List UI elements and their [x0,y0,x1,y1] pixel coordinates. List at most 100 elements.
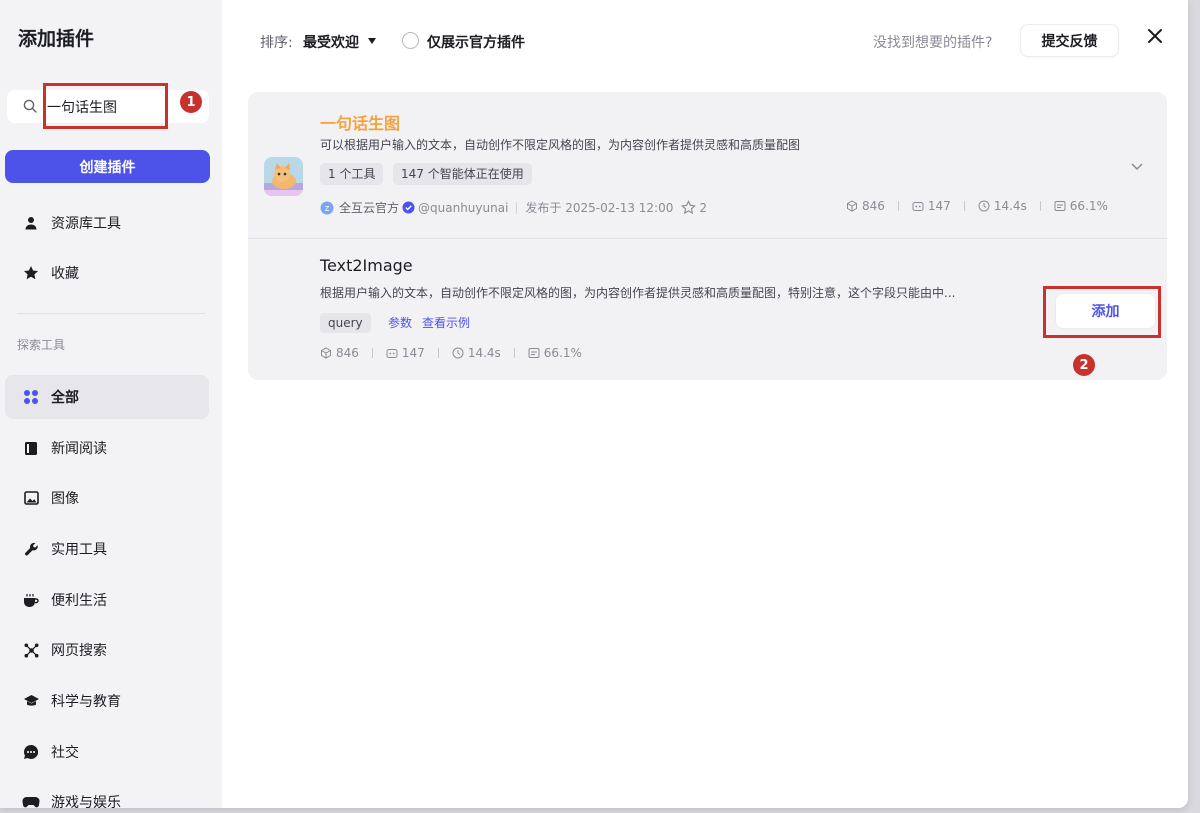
bot-icon [386,349,398,358]
star-icon [21,263,41,283]
official-only-radio[interactable] [402,32,419,49]
star-outline-icon[interactable] [681,200,697,215]
tool-stats: 846 147 14.4s 66.1% [320,346,582,360]
wrench-icon [21,539,41,559]
bot-icon [912,202,924,211]
clock-icon [452,347,464,359]
success-rate-icon [1054,201,1066,211]
usage-count-tag: 147 个智能体正在使用 [393,163,532,185]
view-example-link[interactable]: 查看示例 [422,314,470,331]
annotation-badge-2: 2 [1073,354,1095,376]
cube-icon [847,200,857,212]
success-stat: 66.1% [528,346,582,360]
sidebar-item-label: 网页搜索 [51,643,107,659]
grid-icon [21,387,41,407]
feedback-hint: 没找到想要的插件? [873,35,993,51]
sort-dropdown[interactable]: 最受欢迎 [303,32,359,52]
sidebar-item-label: 便利生活 [51,593,107,609]
card-divider [248,238,1167,239]
sidebar-item-label: 全部 [51,390,79,406]
search-icon [23,99,37,113]
sidebar-item-utilities[interactable]: 实用工具 [5,527,209,571]
create-plugin-button[interactable]: 创建插件 [5,150,210,183]
bots-stat: 147 [912,199,951,213]
cube-icon [321,347,331,359]
sidebar-item-favorites[interactable]: 收藏 [5,251,209,295]
image-icon [21,488,41,508]
bots-value: 147 [401,346,425,360]
sidebar-item-image[interactable]: 图像 [5,476,209,520]
book-icon [21,438,41,458]
calls-value: 846 [336,346,359,360]
plugin-name[interactable]: 一句话生图 [320,110,400,134]
clock-icon [978,200,990,212]
bots-stat: 147 [386,346,425,360]
sidebar-divider [17,313,205,314]
sidebar-item-news[interactable]: 新闻阅读 [5,426,209,470]
sidebar-item-library-tools[interactable]: 资源库工具 [5,201,209,245]
author-avatar-icon: Z [320,201,334,214]
annotation-badge-1: 1 [180,91,202,113]
annotation-box-add [1043,286,1161,338]
calls-stat: 846 [846,199,885,213]
sidebar-item-label: 资源库工具 [51,216,121,232]
dialog-title: 添加插件 [18,28,95,50]
latency-stat: 14.4s [452,346,501,360]
add-plugin-dialog: 添加插件 创建插件 资源库工具 收藏 探索工具 全部 新闻阅读 图像 [0,0,1188,808]
param-tag: query [320,313,371,333]
params-link[interactable]: 参数 [388,314,412,331]
latency-value: 14.4s [993,199,1027,213]
sidebar-item-label: 图像 [51,491,79,507]
verified-icon [402,201,415,214]
person-icon [21,213,41,233]
latency-stat: 14.4s [978,199,1027,213]
official-only-label[interactable]: 仅展示官方插件 [427,32,525,52]
tool-description: 根据用户输入的文本，自动创作不限定风格的图，为内容创作者提供灵感和高质量配图，特… [320,286,956,300]
sidebar-item-games[interactable]: 游戏与娱乐 [5,780,209,808]
network-icon [21,640,41,660]
sidebar-item-label: 游戏与娱乐 [51,795,121,808]
sidebar-item-science-education[interactable]: 科学与教育 [5,679,209,723]
sidebar-item-label: 社交 [51,745,79,761]
author-name[interactable]: 全互云官方 [339,199,399,216]
chevron-down-icon[interactable] [1129,158,1145,174]
caret-down-icon[interactable] [368,38,376,44]
main-panel: 排序: 最受欢迎 仅展示官方插件 没找到想要的插件? 提交反馈 一句话生图 可以… [222,0,1188,808]
bots-value: 147 [927,199,951,213]
meta-divider [516,201,518,214]
success-stat: 66.1% [1054,199,1108,213]
sidebar-item-all[interactable]: 全部 [5,375,209,419]
sidebar-item-label: 收藏 [51,266,79,282]
sidebar-item-lifestyle[interactable]: 便利生活 [5,578,209,622]
latency-value: 14.4s [467,346,501,360]
sidebar-item-label: 新闻阅读 [51,441,107,457]
sidebar-item-web-search[interactable]: 网页搜索 [5,628,209,672]
graduation-cap-icon [21,691,41,711]
success-value: 66.1% [543,346,582,360]
success-rate-icon [528,348,540,358]
calls-value: 846 [862,199,885,213]
star-count: 2 [699,200,708,215]
tool-count-tag: 1 个工具 [320,163,384,185]
gamepad-icon [21,792,41,808]
sort-label: 排序: [260,35,293,51]
plugin-thumbnail [264,157,303,196]
close-icon[interactable] [1146,27,1164,45]
plugin-description: 可以根据用户输入的文本，自动创作不限定风格的图，为内容创作者提供灵感和高质量配图 [320,138,801,152]
publish-date: 发布于 2025-02-13 12:00 [525,201,674,215]
plugin-stats: 846 147 14.4s 66.1% [846,199,1108,213]
sidebar-item-social[interactable]: 社交 [5,730,209,774]
submit-feedback-button[interactable]: 提交反馈 [1020,24,1119,57]
annotation-box-search [43,83,168,129]
chat-icon [21,742,41,762]
plugin-card: 一句话生图 可以根据用户输入的文本，自动创作不限定风格的图，为内容创作者提供灵感… [248,92,1167,380]
author-handle: @quanhuyunai [418,200,509,215]
sidebar-item-label: 科学与教育 [51,694,121,710]
sidebar-item-label: 实用工具 [51,542,107,558]
tool-name: Text2Image [320,256,413,275]
cup-icon [21,590,41,610]
svg-text:Z: Z [325,205,330,213]
plugin-meta: Z 全互云官方 @quanhuyunai 发布于 2025-02-13 12:0… [320,199,707,216]
success-value: 66.1% [1069,199,1108,213]
section-label: 探索工具 [17,338,66,352]
